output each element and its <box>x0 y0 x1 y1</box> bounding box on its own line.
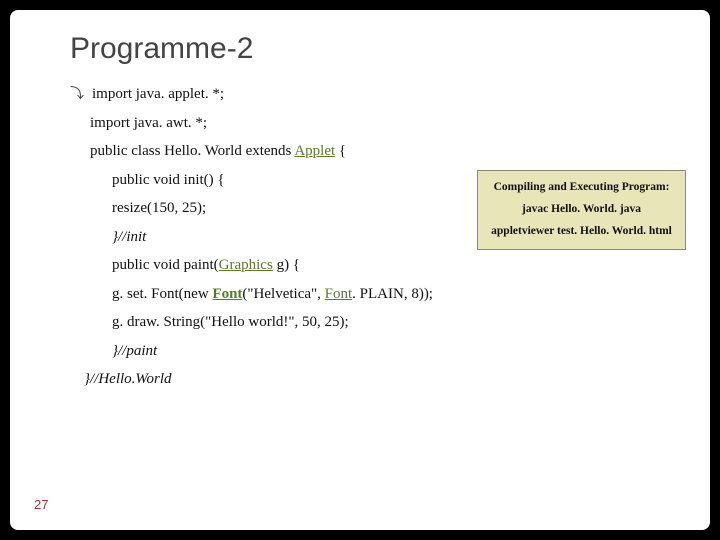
code-text: }//Hello.World <box>84 371 172 387</box>
slide: Programme-2 ⤵︎ import java. applet. *; i… <box>10 10 710 530</box>
callout-box: Compiling and Executing Program: javac H… <box>477 170 686 250</box>
callout-heading: Compiling and Executing Program: <box>482 177 681 199</box>
code-text: import java. awt. *; <box>90 115 207 131</box>
code-text: g. set. Font(new <box>112 286 212 302</box>
code-text: public void init() { <box>112 172 225 188</box>
code-line: public class Hello. World extends Applet… <box>70 137 660 166</box>
code-text: public class Hello. World extends <box>90 143 294 159</box>
callout-line: appletviewer test. Hello. World. html <box>482 221 681 243</box>
link-applet[interactable]: Applet <box>294 143 335 159</box>
code-line: ⤵︎ import java. applet. *; <box>70 80 660 109</box>
bullet-icon: ⤵︎ <box>70 80 84 107</box>
code-text: ("Helvetica", <box>242 286 324 302</box>
code-line: public void paint(Graphics g) { <box>70 251 660 280</box>
code-text: }//init <box>112 229 146 245</box>
link-graphics[interactable]: Graphics <box>219 257 273 273</box>
code-line: import java. awt. *; <box>70 109 660 138</box>
code-text: g. draw. String("Hello world!", 50, 25); <box>112 314 349 330</box>
code-line: }//Hello.World <box>70 365 660 394</box>
slide-title: Programme-2 <box>70 32 660 66</box>
code-text: public void paint( <box>112 257 219 273</box>
code-text: { <box>335 143 346 159</box>
code-text: . PLAIN, 8)); <box>352 286 433 302</box>
code-text: }//paint <box>112 343 157 359</box>
callout-line: javac Hello. World. java <box>482 199 681 221</box>
link-font-2[interactable]: Font <box>325 286 353 302</box>
code-text: import java. applet. *; <box>92 80 224 109</box>
link-font[interactable]: Font <box>212 286 242 302</box>
code-line: g. draw. String("Hello world!", 50, 25); <box>70 308 660 337</box>
page-number: 27 <box>34 497 48 512</box>
code-text: resize(150, 25); <box>112 200 206 216</box>
code-text: g) { <box>273 257 300 273</box>
code-line: }//paint <box>70 337 660 366</box>
code-line: g. set. Font(new Font("Helvetica", Font.… <box>70 280 660 309</box>
